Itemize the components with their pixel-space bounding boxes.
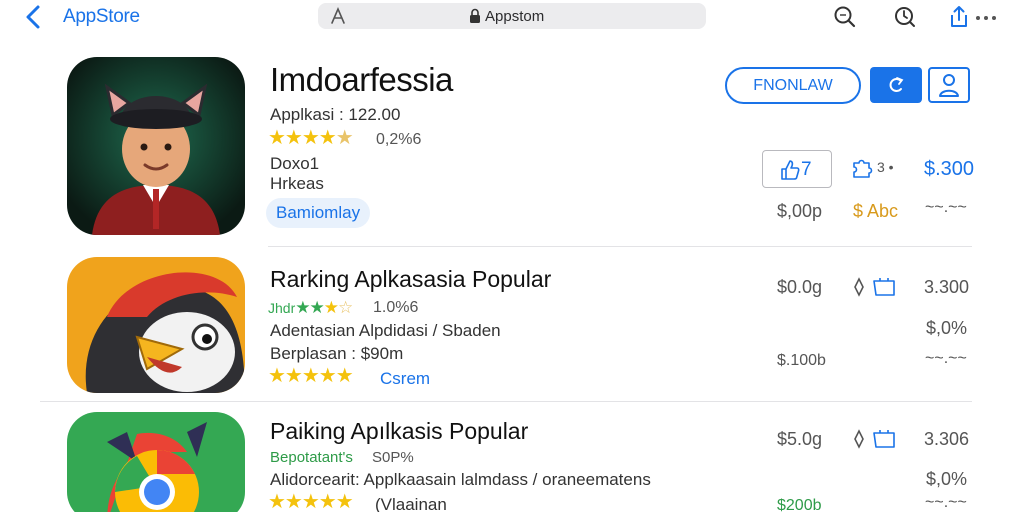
- featured-line-2: Hrkeas: [270, 174, 324, 193]
- featured-dots: ~~.~~: [925, 199, 967, 216]
- user-button[interactable]: [928, 67, 970, 103]
- address-bar[interactable]: Appstom: [318, 3, 706, 29]
- refresh-button[interactable]: [870, 67, 922, 103]
- more-icon[interactable]: [972, 4, 1000, 30]
- app-subtitle: Berplasan : $90m: [270, 344, 404, 363]
- gift-icon[interactable]: [852, 275, 902, 299]
- app-price-a: $5.0g: [777, 429, 823, 449]
- history-icon[interactable]: [892, 4, 918, 30]
- app-subtitle: (Vlaainan: [375, 495, 447, 512]
- url-text: Appstom: [485, 8, 545, 25]
- featured-price-2: $,00p: [777, 201, 823, 221]
- share-count-button[interactable]: 7: [762, 150, 832, 188]
- thumb-up-icon: [781, 160, 800, 180]
- divider: [40, 401, 972, 402]
- featured-rating-stars: ★★★★★: [268, 127, 354, 149]
- back-chevron-icon[interactable]: [22, 4, 52, 30]
- get-button[interactable]: FNONLAW: [725, 67, 861, 104]
- featured-app-title[interactable]: Imdoarfessia: [270, 61, 453, 99]
- featured-app-meta: Applkasi : 122.00: [270, 105, 401, 124]
- app-rating-label[interactable]: Csrem: [380, 369, 430, 389]
- featured-line-1: Doxo1: [270, 154, 320, 173]
- lock-icon: [468, 8, 482, 24]
- app-price-b: 3.306: [924, 429, 970, 449]
- app-rating-stars-2: ★★★★★: [268, 365, 354, 387]
- puzzle-icon[interactable]: [850, 156, 874, 180]
- app-title[interactable]: Rarking Aplkasasia Popular: [270, 266, 551, 293]
- top-bar: AppStore Appstom: [0, 0, 1024, 34]
- app-price-d: $.100b: [777, 352, 826, 369]
- app-description: Alidorcearit: Applkaasain lalmdass / ora…: [270, 470, 651, 489]
- featured-price-3: $ Abc: [853, 201, 899, 221]
- featured-category-tag[interactable]: Bamiomlay: [266, 198, 371, 228]
- app-dots: ~~.~~: [925, 494, 967, 511]
- app-dots: ~~.~~: [925, 350, 967, 367]
- app-description: Adentasian Alpdidasi / Sbaden: [270, 321, 501, 340]
- featured-rating-text: 0,2%6: [376, 131, 422, 148]
- app-icon-bird[interactable]: [67, 257, 245, 393]
- share-count: 7: [801, 159, 812, 180]
- share-icon[interactable]: [946, 4, 972, 30]
- app-rating-text: S0P%: [372, 449, 414, 466]
- store-title[interactable]: AppStore: [63, 6, 140, 28]
- featured-app-icon[interactable]: [67, 57, 245, 235]
- font-size-icon[interactable]: [328, 6, 348, 26]
- featured-price[interactable]: $.300: [924, 158, 974, 181]
- app-rating-label: Bepotatant's: [270, 449, 353, 466]
- app-price-d: $200b: [777, 497, 822, 512]
- app-title[interactable]: Paiking Apılkasis Popular: [270, 418, 528, 445]
- app-price-c: $,0%: [926, 318, 968, 338]
- app-price-c: $,0%: [926, 469, 968, 489]
- app-rating-text: 1.0%6: [373, 299, 419, 316]
- divider: [268, 246, 972, 247]
- app-price-b: 3.300: [924, 277, 970, 297]
- gift-icon[interactable]: [852, 427, 902, 451]
- search-icon[interactable]: [832, 4, 858, 30]
- app-icon-browser[interactable]: [67, 412, 245, 512]
- app-price-a: $0.0g: [777, 277, 823, 297]
- app-rating-stars: Jhdr★★★☆: [268, 298, 353, 317]
- app-rating-stars: ★★★★★: [268, 491, 354, 512]
- featured-count-label: 3 •: [877, 159, 894, 175]
